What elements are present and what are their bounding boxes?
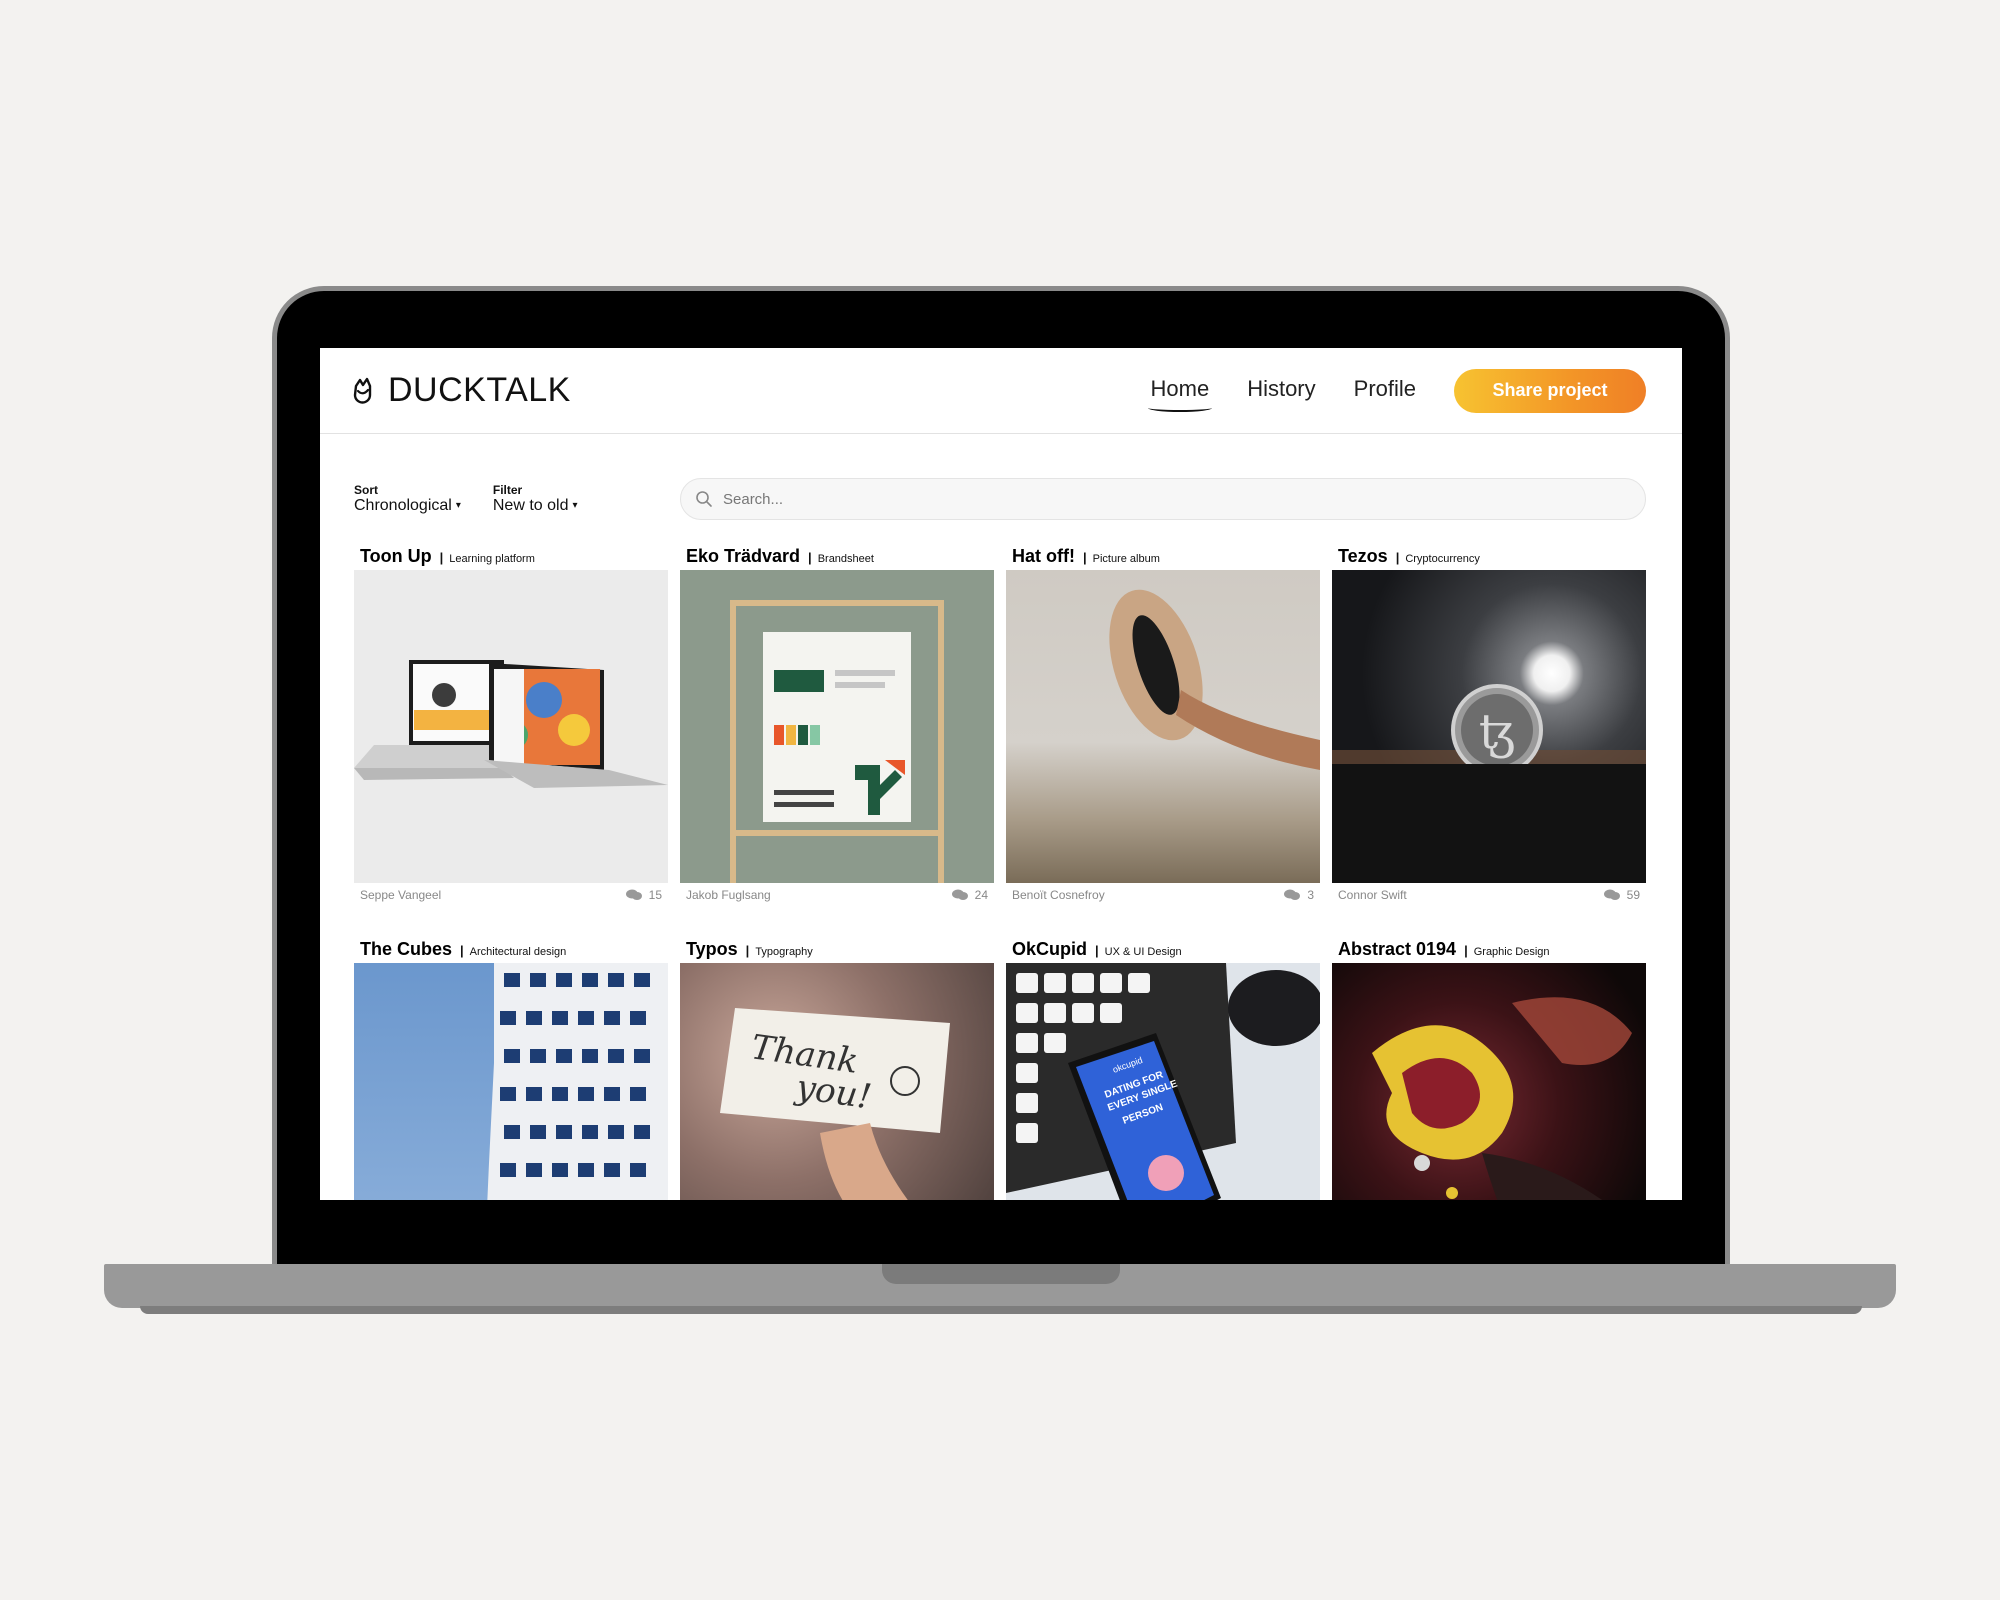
laptop-notch	[882, 1264, 1120, 1284]
project-author[interactable]: Benoït Cosnefroy	[1012, 888, 1105, 902]
tezos-coin-image: ꜩ	[1332, 684, 1646, 883]
project-thumbnail[interactable]	[1332, 963, 1646, 1200]
search-icon	[696, 491, 712, 507]
project-thumbnail[interactable]	[354, 963, 668, 1200]
project-card[interactable]: OkCupid | UX & UI Design okcupid DATING …	[1006, 939, 1320, 1200]
project-category: UX & UI Design	[1104, 946, 1182, 958]
project-thumbnail[interactable]: okcupid DATING FOR EVERY SINGLE PERSON	[1006, 963, 1320, 1200]
thank-you-card-image: Thank you!	[720, 1008, 950, 1200]
project-author[interactable]: Jakob Fuglsang	[686, 888, 771, 902]
project-category: Architectural design	[469, 946, 567, 958]
search-bar[interactable]	[680, 478, 1646, 520]
fluid-abstract-image	[1372, 997, 1632, 1200]
project-card[interactable]: The Cubes | Architectural design	[354, 939, 668, 1200]
project-title[interactable]: Hat off!	[1012, 546, 1075, 567]
chat-bubbles-icon	[1603, 889, 1620, 900]
tower-building-image	[487, 963, 668, 1200]
laptop-base-edge	[140, 1306, 1862, 1314]
filter-label: Filter	[492, 482, 523, 497]
project-title[interactable]: The Cubes	[360, 939, 452, 960]
project-category: Typography	[755, 946, 813, 958]
project-category: Picture album	[1092, 553, 1160, 565]
filter-dropdown[interactable]: Filter New to old ▾	[493, 483, 578, 515]
nav-home[interactable]: Home	[1147, 376, 1212, 412]
top-navigation-bar: DUCKTALK Home History Profile Share proj…	[320, 348, 1682, 434]
app-name: DUCKTALK	[388, 371, 571, 409]
sort-dropdown[interactable]: Sort Chronological ▾	[354, 483, 461, 515]
logo[interactable]: DUCKTALK	[352, 371, 571, 410]
project-category: Brandsheet	[817, 553, 874, 565]
project-thumbnail[interactable]	[354, 570, 668, 883]
nav-history[interactable]: History	[1247, 376, 1315, 406]
project-thumbnail[interactable]	[1006, 570, 1320, 883]
hand-holding-hat-image	[1109, 589, 1320, 770]
filter-value: New to old	[492, 497, 569, 515]
project-title[interactable]: Eko Trädvard	[686, 546, 800, 567]
comment-count[interactable]: 3	[1283, 888, 1314, 902]
project-thumbnail[interactable]: ꜩ	[1332, 570, 1646, 883]
project-grid: Toon Up | Learning platform Seppe Vangee…	[354, 546, 1646, 1200]
project-category: Learning platform	[449, 553, 535, 565]
share-project-button[interactable]: Share project	[1454, 368, 1646, 413]
duck-tulip-icon	[353, 377, 372, 404]
phone-on-keyboard-image: okcupid DATING FOR EVERY SINGLE PERSON	[1006, 963, 1320, 1200]
project-thumbnail[interactable]: Thank you!	[680, 963, 994, 1200]
sort-value: Chronological	[354, 497, 452, 515]
search-input[interactable]	[723, 490, 1603, 508]
project-card[interactable]: Toon Up | Learning platform Seppe Vangee…	[354, 546, 668, 907]
nav-profile[interactable]: Profile	[1354, 376, 1416, 406]
toolbar: Sort Chronological ▾ Filter New to old ▾	[320, 434, 1682, 526]
project-author[interactable]: Seppe Vangeel	[360, 888, 441, 902]
chat-bubbles-icon	[625, 889, 642, 900]
project-card[interactable]: Abstract 0194 | Graphic Design	[1332, 939, 1646, 1200]
project-card[interactable]: Eko Trädvard | Brandsheet Jakob Fuglsang…	[680, 546, 994, 907]
project-category: Graphic Design	[1473, 946, 1550, 958]
comment-count[interactable]: 15	[625, 888, 662, 902]
chat-bubbles-icon	[1284, 889, 1301, 900]
project-title[interactable]: Abstract 0194	[1338, 939, 1456, 960]
comment-count[interactable]: 59	[1603, 888, 1640, 902]
project-author[interactable]: Connor Swift	[1338, 888, 1407, 902]
project-title[interactable]: Tezos	[1338, 546, 1388, 567]
project-title[interactable]: Typos	[686, 939, 738, 960]
project-category: Cryptocurrency	[1405, 553, 1480, 565]
laptops-mockup-image	[354, 660, 668, 788]
sort-label: Sort	[354, 482, 378, 497]
project-card[interactable]: Hat off! | Picture album Benoït Cosnefro…	[1006, 546, 1320, 907]
project-thumbnail[interactable]	[680, 570, 994, 883]
app-screen: DUCKTALK Home History Profile Share proj…	[320, 348, 1682, 1200]
main-nav: Home History Profile Share project	[1113, 368, 1646, 413]
brandsheet-poster-image	[730, 600, 944, 883]
caret-down-icon: ▾	[455, 499, 461, 511]
project-title[interactable]: Toon Up	[360, 546, 432, 567]
svg-text:ꜩ: ꜩ	[1479, 704, 1515, 760]
project-card[interactable]: Tezos | Cryptocurrency ꜩ Connor Swift 59	[1332, 546, 1646, 907]
chat-bubbles-icon	[951, 889, 968, 900]
comment-count[interactable]: 24	[951, 888, 988, 902]
project-card[interactable]: Typos | Typography Thank you!	[680, 939, 994, 1200]
project-title[interactable]: OkCupid	[1012, 939, 1087, 960]
caret-down-icon: ▾	[572, 499, 578, 511]
